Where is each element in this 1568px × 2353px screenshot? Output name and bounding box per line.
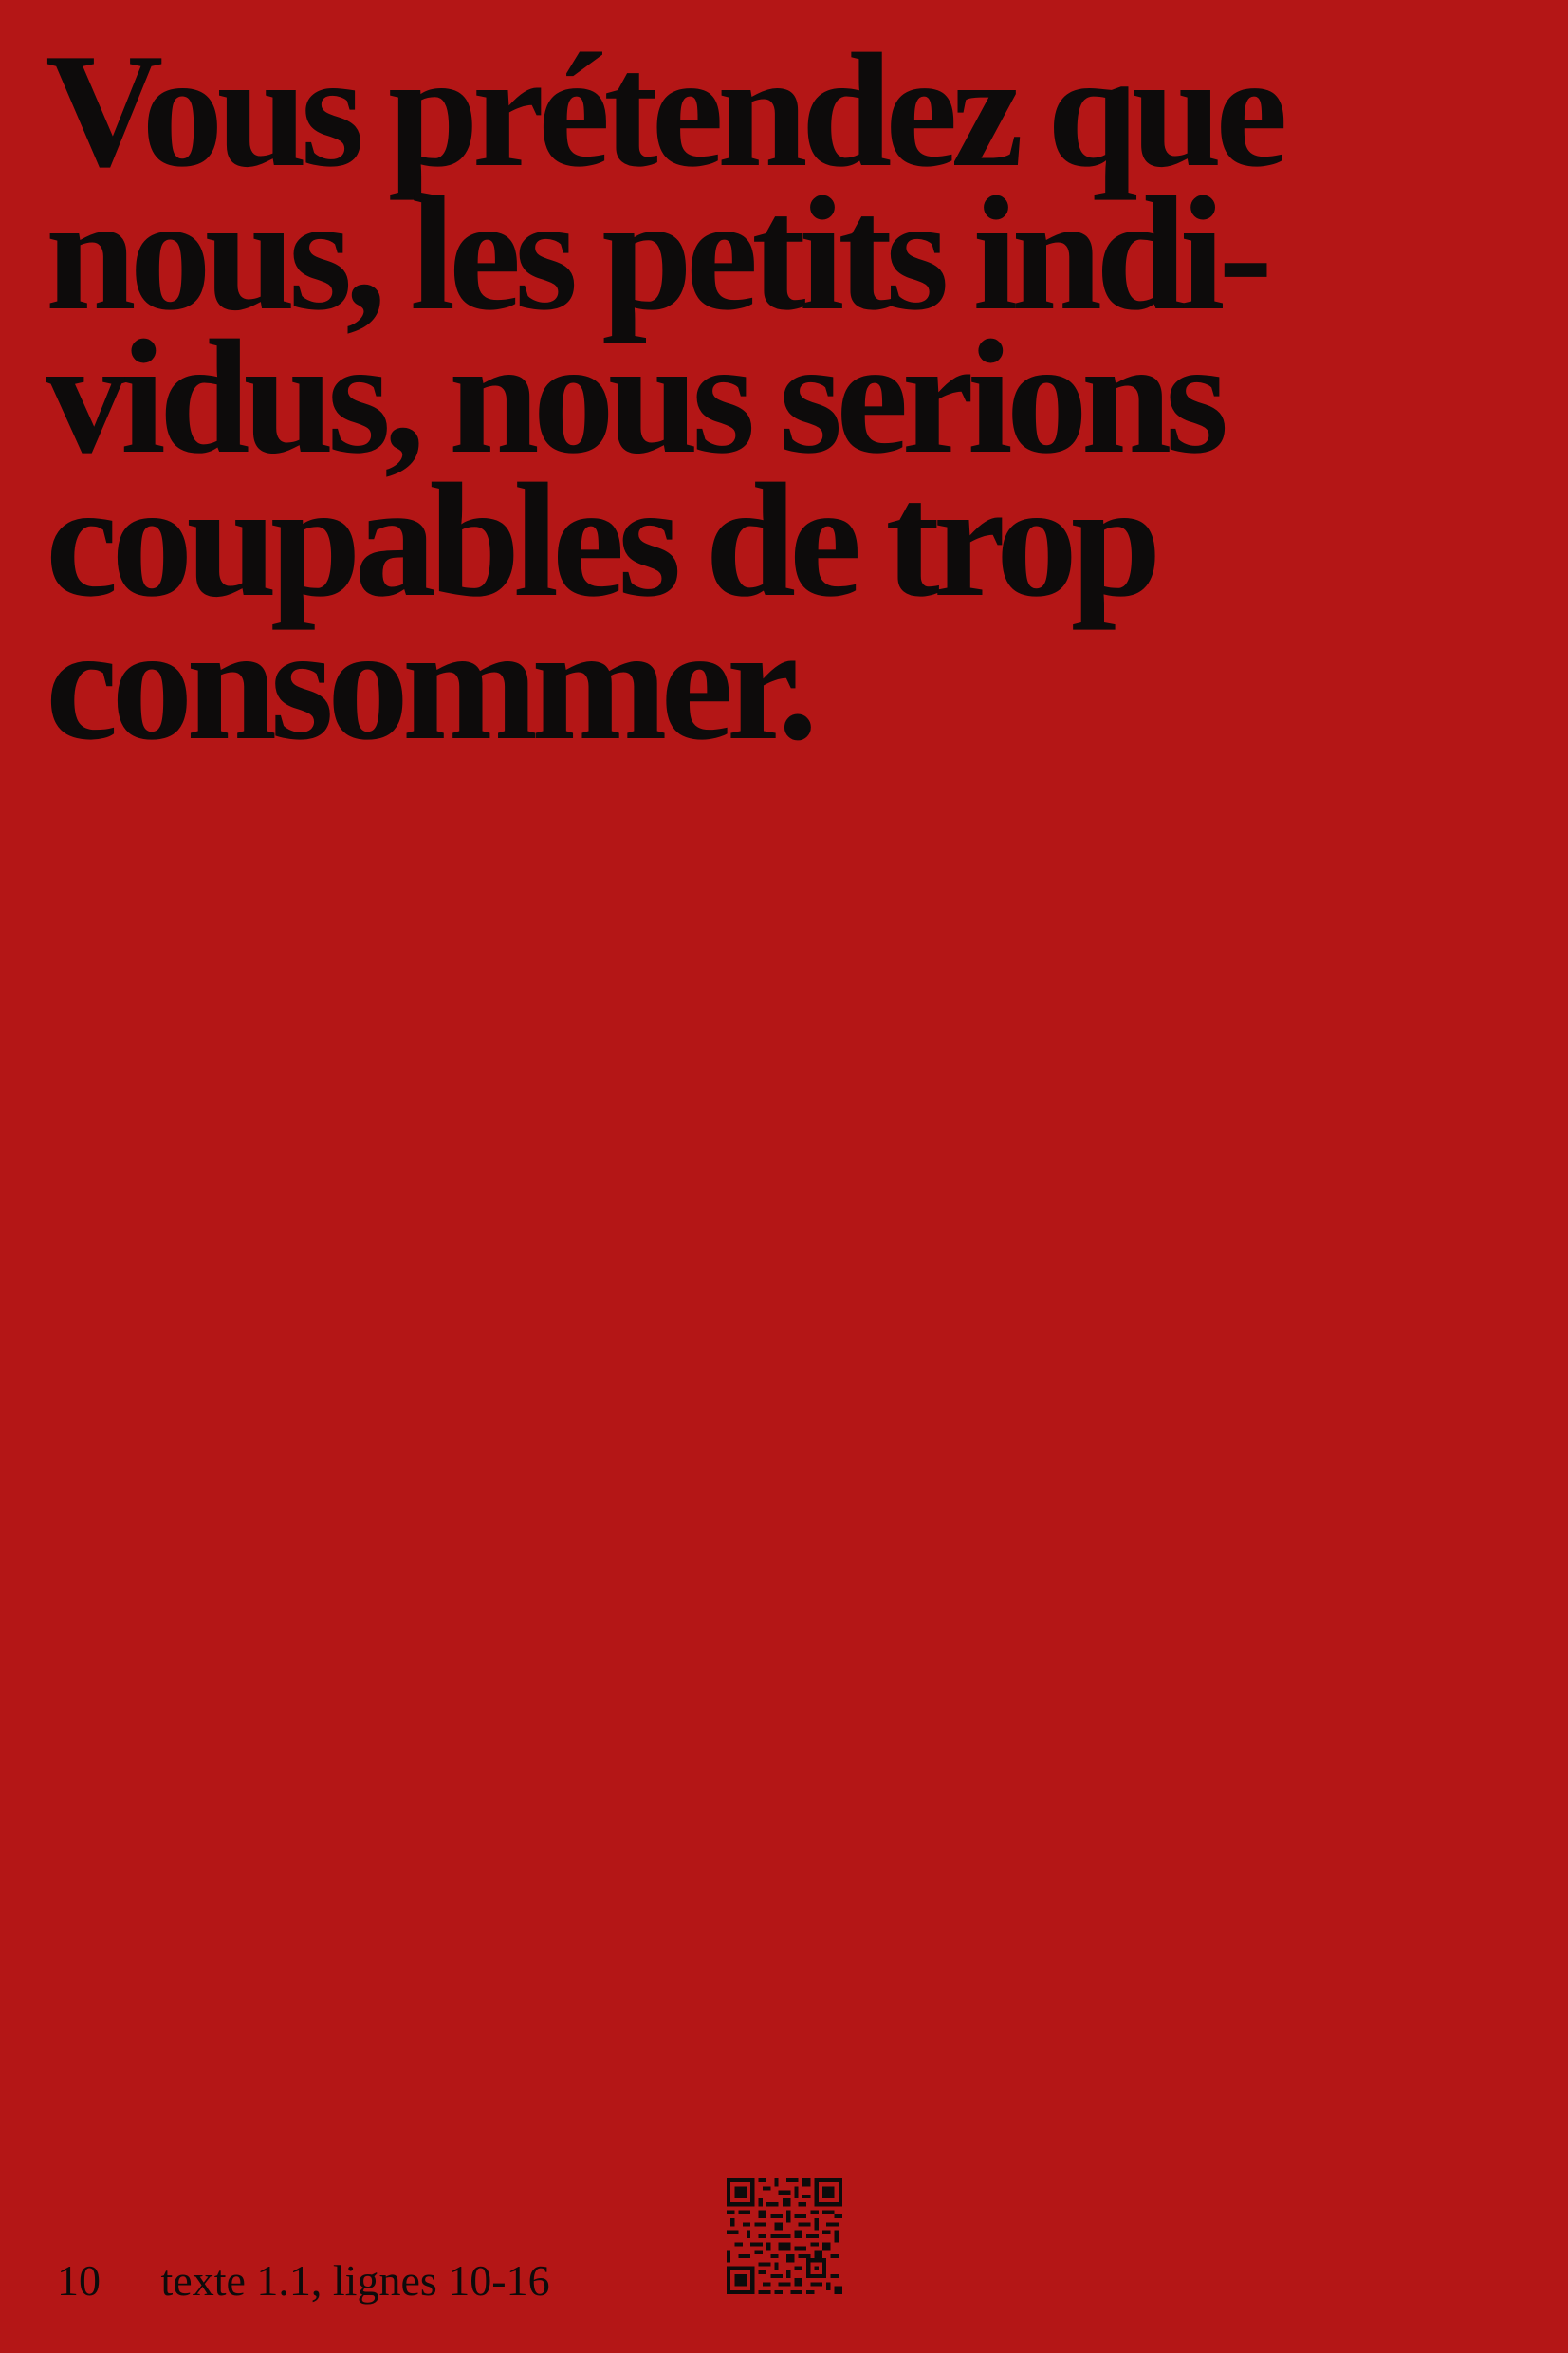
headline-line-5: consommer. — [46, 594, 818, 774]
page-number: 10 — [57, 2256, 101, 2305]
text-reference: texte 1.1, lignes 10-16 — [160, 2256, 550, 2305]
headline: Vous prétendez que nous, les petits indi… — [46, 29, 1525, 766]
qr-code-icon — [727, 2178, 842, 2294]
page-footer: 10 texte 1.1, lignes 10-16 — [57, 2254, 550, 2307]
